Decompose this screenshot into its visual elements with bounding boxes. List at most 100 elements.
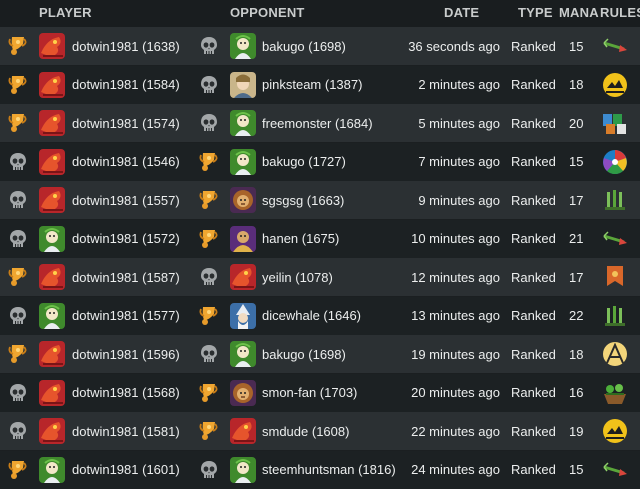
green-mage-avatar[interactable]	[230, 110, 256, 136]
table-row[interactable]: dotwin1981 (1572) hanen (1675) 10 minutes…	[0, 219, 640, 258]
opponent-name[interactable]: dicewhale (1646)	[262, 297, 361, 335]
random-colors-rule-icon[interactable]	[602, 149, 628, 175]
table-row[interactable]: dotwin1981 (1557) sgsgsg (1663) 9 minutes…	[0, 181, 640, 219]
keep-your-distance-rule-icon[interactable]	[602, 110, 628, 136]
green-mage-avatar[interactable]	[39, 302, 65, 329]
wizard-avatar[interactable]	[230, 302, 256, 329]
opponent-name[interactable]: yeilin (1078)	[262, 258, 333, 296]
player-name[interactable]: dotwin1981 (1568)	[72, 374, 180, 412]
mana-cap: 15	[569, 154, 584, 169]
table-row[interactable]: dotwin1981 (1584) pinksteam (1387) 2 minu…	[0, 65, 640, 104]
battle-date: 5 minutes ago	[418, 115, 500, 131]
red-dragon-avatar[interactable]	[39, 379, 65, 406]
red-dragon-avatar[interactable]	[39, 71, 65, 98]
green-mage-avatar[interactable]	[230, 148, 256, 175]
red-dragon-avatar[interactable]	[39, 148, 65, 175]
green-mage-avatar[interactable]	[230, 341, 256, 367]
opponent-name[interactable]: bakugo (1698)	[262, 27, 346, 65]
trophy-icon	[7, 112, 29, 134]
green-mage-avatar[interactable]	[39, 225, 65, 252]
opponent-name[interactable]: freemonster (1684)	[262, 104, 373, 142]
battle-type: Ranked	[511, 423, 556, 439]
green-mage-avatar[interactable]	[39, 456, 65, 483]
aim-true-rule-icon[interactable]	[602, 341, 628, 367]
player-name[interactable]: dotwin1981 (1577)	[72, 297, 180, 335]
table-row[interactable]: dotwin1981 (1601) steemhuntsman (1816) 24…	[0, 450, 640, 489]
table-row[interactable]: dotwin1981 (1638) bakugo (1698) 36 second…	[0, 27, 640, 65]
mana-cap: 20	[569, 115, 584, 131]
opponent-name[interactable]: pinksteam (1387)	[262, 66, 362, 104]
green-mage-avatar[interactable]	[230, 33, 256, 59]
header-date[interactable]: DATE	[444, 5, 479, 20]
player-name[interactable]: dotwin1981 (1581)	[72, 412, 180, 450]
player-name[interactable]: dotwin1981 (1572)	[72, 220, 180, 258]
player-name[interactable]: dotwin1981 (1574)	[72, 104, 180, 142]
table-row[interactable]: dotwin1981 (1568) smon-fan (1703) 20 minu…	[0, 373, 640, 412]
opponent-name[interactable]: steemhuntsman (1816)	[262, 451, 396, 489]
opponent-name[interactable]: smdude (1608)	[262, 412, 349, 450]
standard-rule-icon[interactable]	[602, 303, 628, 329]
battle-date: 36 seconds ago	[408, 38, 500, 54]
red-dragon-avatar[interactable]	[39, 264, 65, 290]
banner-rule-icon[interactable]	[602, 264, 628, 290]
mana-cap: 18	[569, 346, 584, 362]
table-row[interactable]: dotwin1981 (1546) bakugo (1727) 7 minutes…	[0, 142, 640, 181]
header-mana[interactable]: MANA	[559, 5, 599, 20]
opponent-name[interactable]: sgsgsg (1663)	[262, 181, 344, 219]
opponent-name[interactable]: hanen (1675)	[262, 220, 339, 258]
mana-cap: 18	[569, 77, 584, 92]
earthquake-rule-icon[interactable]	[602, 72, 628, 98]
red-dragon-avatar[interactable]	[230, 264, 256, 290]
table-row[interactable]: dotwin1981 (1574) freemonster (1684) 5 mi…	[0, 104, 640, 142]
trophy-icon	[198, 228, 220, 250]
green-mage-avatar[interactable]	[230, 456, 256, 483]
player-name[interactable]: dotwin1981 (1587)	[72, 258, 180, 296]
battle-date: 7 minutes ago	[418, 154, 500, 169]
red-dragon-avatar[interactable]	[39, 418, 65, 444]
purple-monk-avatar[interactable]	[230, 225, 256, 252]
opponent-name[interactable]: bakugo (1727)	[262, 143, 346, 181]
broken-arrows-rule-icon[interactable]	[602, 457, 628, 483]
table-row[interactable]: dotwin1981 (1581) smdude (1608) 22 minute…	[0, 412, 640, 450]
elf-avatar[interactable]	[230, 71, 256, 98]
header-opponent[interactable]: OPPONENT	[230, 5, 305, 20]
red-dragon-avatar[interactable]	[39, 187, 65, 213]
red-dragon-avatar[interactable]	[39, 33, 65, 59]
player-name[interactable]: dotwin1981 (1584)	[72, 66, 180, 104]
lion-avatar[interactable]	[230, 187, 256, 213]
opponent-name[interactable]: bakugo (1698)	[262, 335, 346, 373]
table-row[interactable]: dotwin1981 (1596) bakugo (1698) 19 minute…	[0, 335, 640, 373]
red-dragon-avatar[interactable]	[39, 341, 65, 367]
earthquake-rule-icon[interactable]	[602, 418, 628, 444]
header-rules[interactable]: RULES	[600, 5, 640, 20]
mana-cap: 15	[569, 38, 584, 54]
mana-cap: 17	[569, 269, 584, 285]
battle-date: 13 minutes ago	[411, 308, 500, 323]
player-name[interactable]: dotwin1981 (1601)	[72, 451, 180, 489]
opponent-name[interactable]: smon-fan (1703)	[262, 374, 357, 412]
battle-type: Ranked	[511, 77, 556, 92]
trophy-icon	[7, 74, 29, 96]
battle-type: Ranked	[511, 385, 556, 400]
lion-avatar[interactable]	[230, 379, 256, 406]
header-type[interactable]: TYPE	[518, 5, 553, 20]
table-row[interactable]: dotwin1981 (1587) yeilin (1078) 12 minute…	[0, 258, 640, 296]
battle-type: Ranked	[511, 38, 556, 54]
red-dragon-avatar[interactable]	[39, 110, 65, 136]
spreading-fury-rule-icon[interactable]	[602, 380, 628, 406]
standard-rule-icon[interactable]	[602, 187, 628, 213]
table-row[interactable]: dotwin1981 (1577) dicewhale (1646) 13 min…	[0, 296, 640, 335]
header-player[interactable]: PLAYER	[39, 5, 92, 20]
broken-arrows-rule-icon[interactable]	[602, 226, 628, 252]
player-name[interactable]: dotwin1981 (1557)	[72, 181, 180, 219]
broken-arrows-rule-icon[interactable]	[602, 33, 628, 59]
skull-icon	[7, 228, 29, 250]
player-name[interactable]: dotwin1981 (1596)	[72, 335, 180, 373]
battle-type: Ranked	[511, 231, 556, 246]
skull-icon	[7, 382, 29, 404]
mana-cap: 21	[569, 231, 584, 246]
red-dragon-avatar[interactable]	[230, 418, 256, 444]
player-name[interactable]: dotwin1981 (1638)	[72, 27, 180, 65]
player-name[interactable]: dotwin1981 (1546)	[72, 143, 180, 181]
skull-icon	[198, 266, 220, 288]
